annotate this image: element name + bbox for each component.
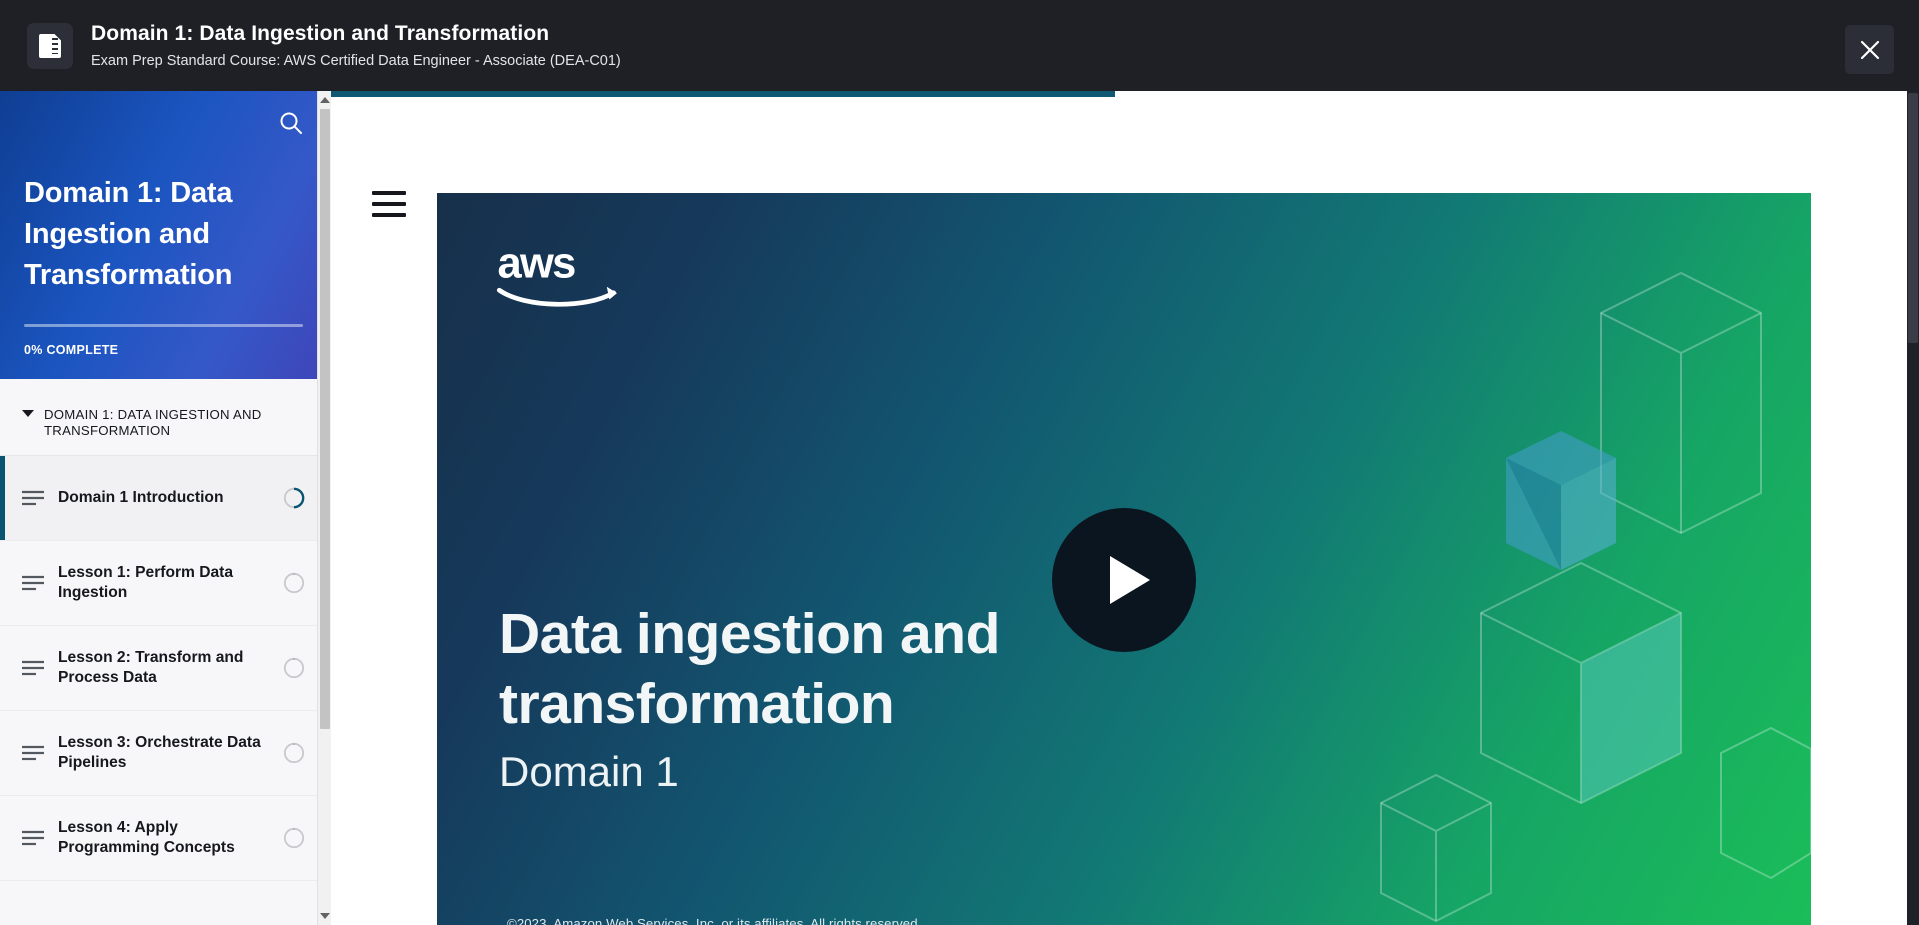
- search-button[interactable]: [277, 109, 305, 137]
- lesson-list-item-label: Lesson 3: Orchestrate Data Pipelines: [58, 734, 261, 771]
- lesson-progress-ring-not-started-icon: [283, 742, 305, 764]
- sidebar-toggle-button[interactable]: [372, 191, 406, 217]
- page-scrollbar[interactable]: [1907, 91, 1919, 925]
- slide-copyright: ©2023, Amazon Web Services, Inc. or its …: [507, 916, 922, 925]
- aws-logo: aws: [496, 239, 618, 307]
- lesson-list-item[interactable]: Lesson 1: Perform Data Ingestion: [0, 541, 331, 626]
- sidebar-section-header[interactable]: DOMAIN 1: DATA INGESTION AND TRANSFORMAT…: [0, 379, 331, 456]
- sidebar-course-title: Domain 1: Data Ingestion and Transformat…: [24, 177, 233, 291]
- progress-bar: [24, 324, 303, 327]
- content-area: Domain 1: Data Ingestion and Transformat…: [0, 91, 1919, 925]
- scroll-up-arrow-icon[interactable]: [320, 94, 330, 106]
- lesson-type-icon: [22, 745, 44, 761]
- slide-subtitle: Domain 1: [499, 748, 679, 795]
- lesson-list-item[interactable]: Lesson 2: Transform and Process Data: [0, 626, 331, 711]
- page-scrollbar-thumb[interactable]: [1908, 93, 1918, 343]
- lesson-type-icon: [22, 490, 44, 506]
- lesson-list-item-label: Lesson 1: Perform Data Ingestion: [58, 564, 234, 601]
- lesson-type-icon: [22, 830, 44, 846]
- lesson-main-panel: aws Data ingestion and transformation Do…: [331, 91, 1919, 925]
- lesson-progress-bar: [331, 91, 1115, 97]
- lesson-progress-ring-not-started-icon: [283, 827, 305, 849]
- chevron-down-icon: [22, 410, 34, 417]
- course-player-window: Domain 1: Data Ingestion and Transformat…: [0, 0, 1919, 925]
- svg-text:aws: aws: [498, 239, 576, 287]
- lesson-type-icon: [22, 660, 44, 676]
- lesson-list-item[interactable]: Domain 1 Introduction: [0, 456, 331, 541]
- sidebar-scrollbar-thumb[interactable]: [320, 109, 330, 729]
- lesson-list-item-label: Lesson 4: Apply Programming Concepts: [58, 819, 235, 856]
- page-title: Domain 1: Data Ingestion and Transformat…: [91, 22, 550, 45]
- lesson-list-item-label: Domain 1 Introduction: [58, 489, 224, 506]
- lesson-progress-ring-not-started-icon: [283, 657, 305, 679]
- course-document-icon: [27, 22, 73, 69]
- sidebar-hero: Domain 1: Data Ingestion and Transformat…: [0, 91, 331, 379]
- course-subtitle: Exam Prep Standard Course: AWS Certified…: [91, 53, 621, 69]
- lesson-progress-ring-in-progress-icon: [283, 487, 305, 509]
- course-sidebar: Domain 1: Data Ingestion and Transformat…: [0, 91, 331, 925]
- lesson-progress-ring-not-started-icon: [283, 572, 305, 594]
- lesson-type-icon: [22, 575, 44, 591]
- decorative-cubes-graphic: [1380, 271, 1811, 923]
- lesson-list-item-label: Lesson 2: Transform and Process Data: [58, 649, 244, 686]
- close-icon: [1860, 40, 1879, 59]
- scroll-down-arrow-icon[interactable]: [320, 910, 330, 922]
- header-text-block: Domain 1: Data Ingestion and Transformat…: [91, 21, 621, 70]
- play-button[interactable]: [1052, 508, 1196, 652]
- lesson-list-item[interactable]: Lesson 3: Orchestrate Data Pipelines: [0, 711, 331, 796]
- lesson-list-item[interactable]: Lesson 4: Apply Programming Concepts: [0, 796, 331, 881]
- video-player[interactable]: aws Data ingestion and transformation Do…: [437, 193, 1811, 925]
- play-icon: [1110, 556, 1150, 604]
- sidebar-section-label: DOMAIN 1: DATA INGESTION AND TRANSFORMAT…: [44, 407, 262, 438]
- close-button[interactable]: [1845, 25, 1894, 74]
- search-icon: [280, 112, 302, 134]
- sidebar-scrollbar[interactable]: [317, 91, 331, 925]
- progress-label: 0% COMPLETE: [24, 343, 119, 357]
- window-header: Domain 1: Data Ingestion and Transformat…: [0, 0, 1919, 91]
- lesson-list: Domain 1 Introduction Lesson 1: Perform D…: [0, 456, 331, 881]
